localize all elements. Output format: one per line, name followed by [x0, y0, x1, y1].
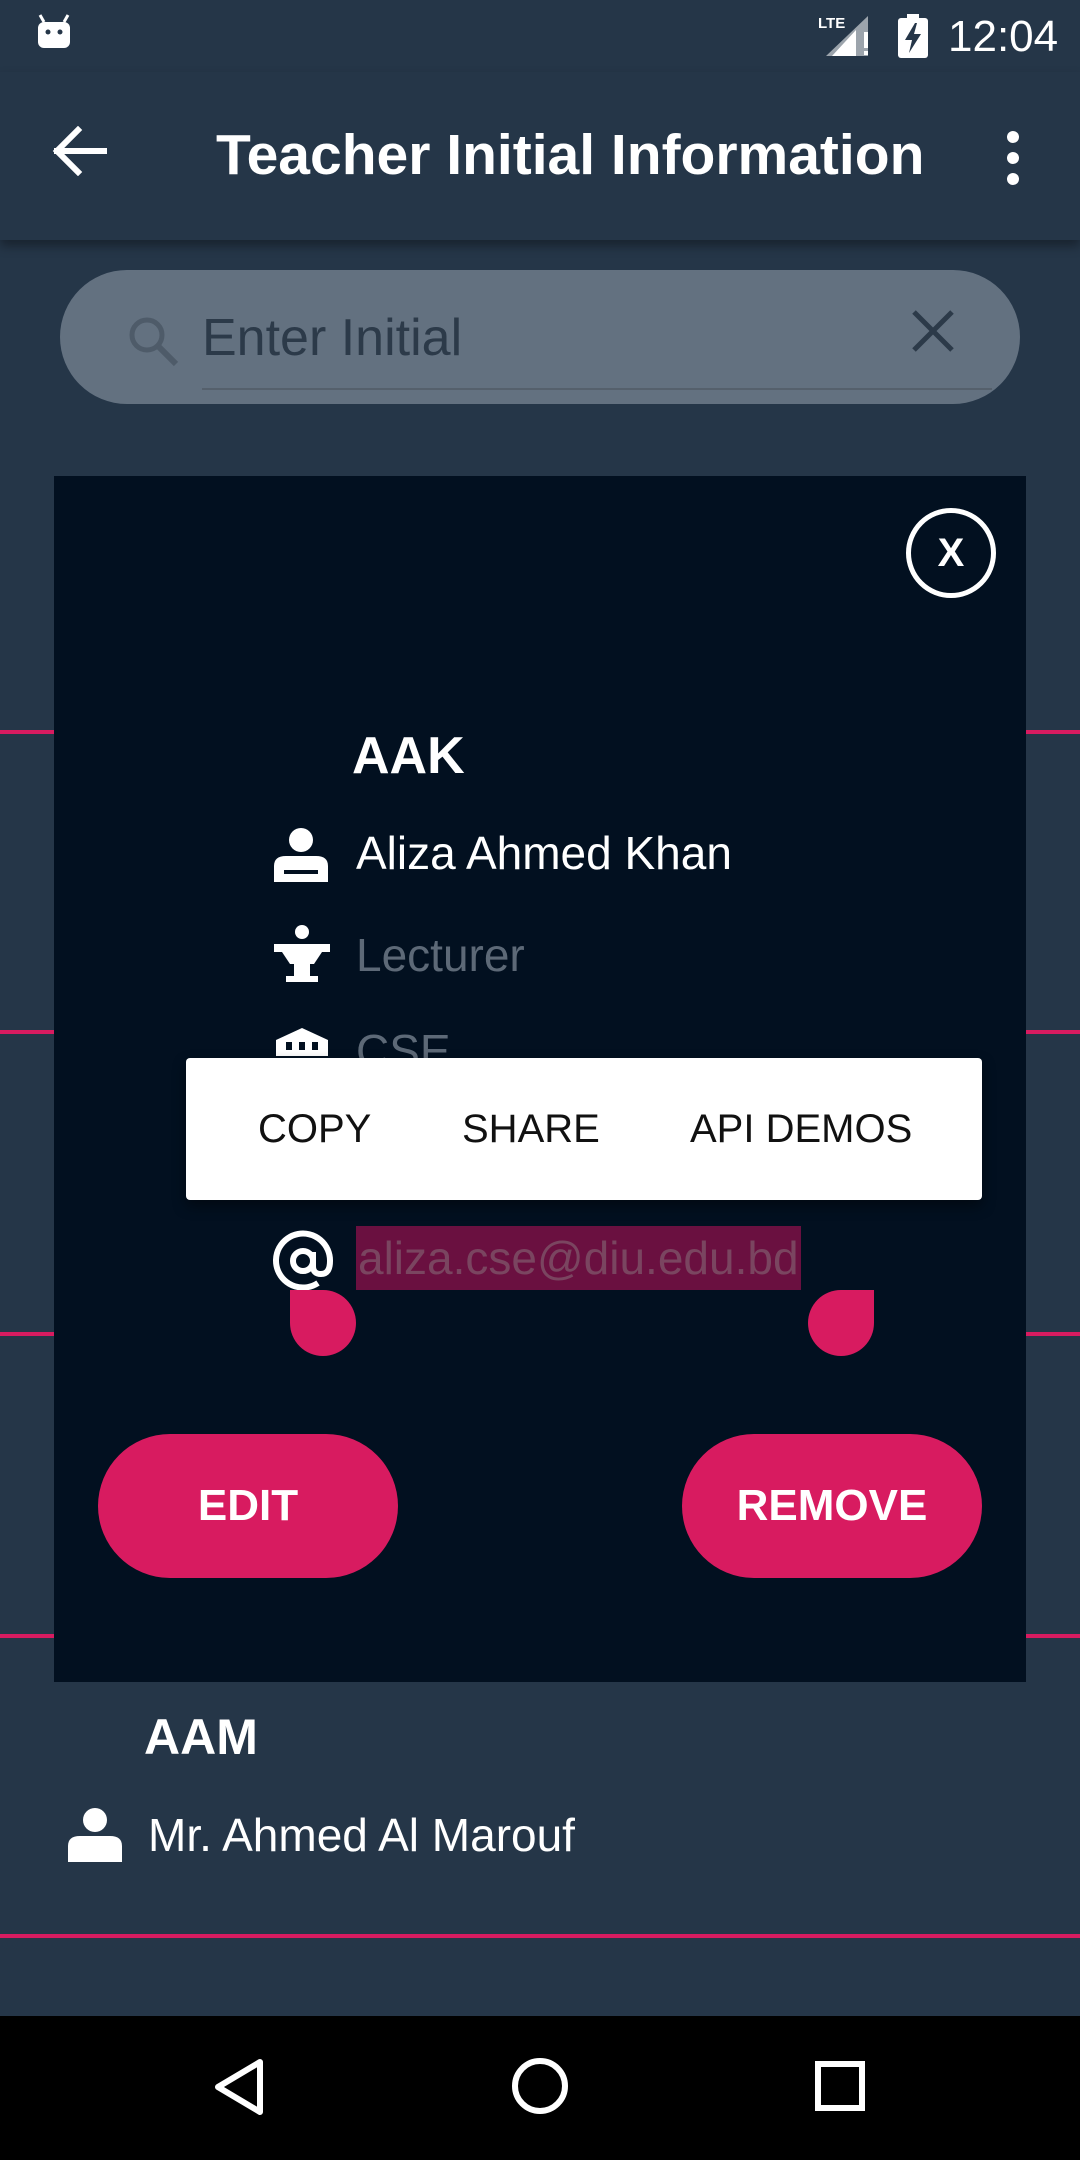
- api-demos-menu-item[interactable]: API DEMOS: [690, 1058, 912, 1200]
- share-menu-item[interactable]: SHARE: [462, 1058, 600, 1200]
- back-arrow-icon[interactable]: [52, 126, 108, 176]
- person-icon: [274, 828, 328, 882]
- svg-text:LTE: LTE: [818, 15, 845, 32]
- list-divider: [0, 1934, 1080, 1938]
- text-selection-menu: COPY SHARE API DEMOS: [186, 1058, 982, 1200]
- person-icon: [68, 1808, 122, 1862]
- android-icon: [38, 14, 70, 48]
- lte-signal-icon: LTE: [818, 15, 868, 56]
- selection-handle-start[interactable]: [290, 1290, 356, 1356]
- remove-button[interactable]: REMOVE: [682, 1434, 982, 1578]
- teacher-initial: AAK: [352, 727, 465, 785]
- battery-charging-icon: [898, 14, 928, 58]
- list-item-initial: AAM: [144, 1709, 258, 1765]
- teacher-designation: Lecturer: [356, 929, 525, 981]
- search-bar: [60, 270, 1020, 404]
- copy-menu-item[interactable]: COPY: [258, 1058, 371, 1200]
- nav-home-icon[interactable]: [510, 2056, 570, 2116]
- close-button[interactable]: X: [906, 508, 996, 598]
- search-underline: [202, 388, 992, 390]
- teacher-name: Aliza Ahmed Khan: [356, 827, 732, 879]
- status-bar: LTE 12:04: [0, 0, 1080, 72]
- email-icon: [273, 1230, 334, 1291]
- status-time: 12:04: [948, 12, 1059, 61]
- selection-handle-end[interactable]: [808, 1290, 874, 1356]
- search-input[interactable]: [202, 300, 902, 376]
- search-icon: [129, 317, 179, 367]
- list-item-name: Mr. Ahmed Al Marouf: [148, 1809, 575, 1861]
- overflow-menu-icon[interactable]: [1000, 130, 1026, 186]
- app-bar: Teacher Initial Information: [0, 72, 1080, 240]
- department-icon: [276, 1028, 328, 1056]
- navigation-bar: [0, 2016, 1080, 2160]
- teacher-department: CSE: [356, 1025, 451, 1060]
- designation-icon: [274, 925, 330, 982]
- page-title: Teacher Initial Information: [216, 123, 925, 187]
- teacher-email[interactable]: aliza.cse@diu.edu.bd: [356, 1226, 801, 1290]
- nav-back-icon[interactable]: [212, 2058, 266, 2116]
- edit-button[interactable]: EDIT: [98, 1434, 398, 1578]
- nav-recents-icon[interactable]: [814, 2060, 866, 2112]
- clear-icon[interactable]: [908, 306, 958, 356]
